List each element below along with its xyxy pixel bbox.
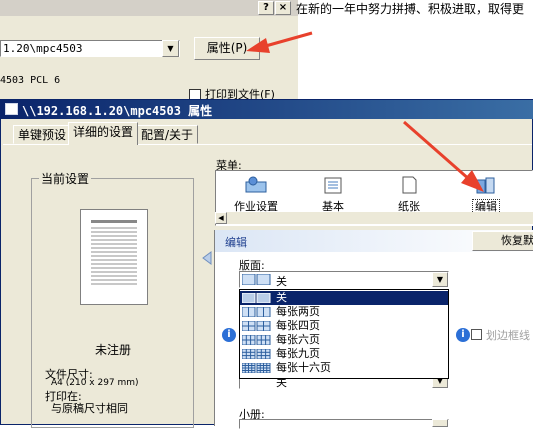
- info-icon[interactable]: i: [222, 328, 236, 342]
- booklet-select[interactable]: [239, 419, 449, 429]
- menu-item-paper[interactable]: 纸张: [374, 175, 444, 214]
- close-button[interactable]: ×: [275, 1, 291, 15]
- registration-status: 未注册: [95, 343, 132, 357]
- layout-option-label: 关: [276, 291, 287, 304]
- preview-line: [91, 267, 137, 269]
- layout-option[interactable]: 关: [240, 291, 448, 305]
- print-dialog-titlebar: [0, 0, 298, 16]
- preview-line: [91, 283, 137, 285]
- preview-line: [91, 271, 137, 273]
- help-button[interactable]: ?: [258, 1, 274, 15]
- tab-config-about[interactable]: 配置/关于: [136, 125, 199, 144]
- menu-scrollbar[interactable]: [215, 212, 533, 224]
- layout-option-label: 每张六页: [276, 333, 320, 346]
- layout-selected-value: 关: [276, 275, 287, 288]
- preview-line: [91, 227, 137, 229]
- page-preview: [80, 209, 148, 305]
- paper-icon: [402, 176, 417, 194]
- layout-option-icon: [242, 363, 271, 373]
- basic-icon: [324, 177, 342, 194]
- properties-dialog: \\192.168.1.20\mpc4503 属性 单键预设 详细的设置 配置/…: [0, 99, 533, 429]
- layout-option[interactable]: 每张九页: [240, 347, 448, 361]
- preview-line: [91, 263, 137, 265]
- preview-line: [91, 243, 137, 245]
- collapse-panel-icon[interactable]: [201, 251, 213, 265]
- chevron-down-icon[interactable]: ▼: [162, 40, 179, 57]
- layout-option-icon: [242, 335, 271, 345]
- restore-defaults-button[interactable]: 恢复默认: [472, 231, 533, 251]
- current-settings-label: 当前设置: [39, 170, 92, 187]
- menu-item-job-settings[interactable]: 作业设置: [221, 175, 291, 214]
- preview-line: [91, 231, 137, 233]
- preview-line: [91, 239, 137, 241]
- properties-button[interactable]: 属性(P): [194, 37, 260, 60]
- layout-option[interactable]: 每张六页: [240, 333, 448, 347]
- layout-select[interactable]: 关: [239, 271, 449, 288]
- preview-line: [91, 247, 137, 249]
- info-icon[interactable]: i: [456, 328, 470, 342]
- layout-dropdown-list: 关 每张两页 每张四页 每张六页 每张九页 每张十六页: [239, 289, 449, 379]
- layout-option-label: 每张四页: [276, 319, 320, 332]
- properties-title: \\192.168.1.20\mpc4503 属性: [22, 104, 213, 118]
- preview-line: [91, 255, 137, 257]
- printer-driver: 4503 PCL 6: [0, 75, 61, 86]
- document-text: 在新的一年中努力拼搏、积极进取，取得更: [296, 2, 525, 16]
- job-settings-icon: [245, 176, 267, 193]
- chevron-down-icon[interactable]: [432, 419, 448, 427]
- edit-icon: [476, 177, 495, 194]
- tab-one-click-presets[interactable]: 单键预设: [13, 125, 72, 144]
- print-on-value: 与原稿尺寸相同: [51, 402, 128, 415]
- scroll-left-icon[interactable]: ◀: [215, 212, 227, 224]
- section-title: 编辑: [225, 236, 247, 249]
- preview-line: [91, 220, 137, 223]
- menu-item-edit[interactable]: 编辑: [451, 175, 521, 214]
- printer-name-value: 1.20\mpc4503: [3, 42, 83, 55]
- layout-option-icon: [242, 349, 271, 359]
- layout-option[interactable]: 每张四页: [240, 319, 448, 333]
- layout-option[interactable]: 每张十六页: [240, 361, 448, 375]
- layout-option-icon: [242, 321, 271, 331]
- menu-item-basic[interactable]: 基本: [298, 175, 368, 214]
- layout-option[interactable]: 每张两页: [240, 305, 448, 319]
- tab-detailed-settings[interactable]: 详细的设置: [68, 122, 139, 145]
- layout-option-label: 每张十六页: [276, 361, 331, 374]
- preview-line: [91, 279, 137, 281]
- layout-option-icon: [242, 293, 271, 303]
- chevron-down-icon[interactable]: ▼: [432, 272, 448, 287]
- preview-line: [91, 275, 137, 277]
- draw-border-label: 划边框线: [486, 329, 530, 342]
- layout-off-icon: [242, 274, 271, 285]
- preview-line: [91, 251, 137, 253]
- layout-option-label: 每张两页: [276, 305, 320, 318]
- preview-line: [91, 259, 137, 261]
- printer-name-select[interactable]: 1.20\mpc4503: [0, 40, 180, 57]
- preview-line: [91, 235, 137, 237]
- draw-border-checkbox[interactable]: [471, 329, 482, 340]
- printer-icon: [5, 103, 18, 115]
- layout-option-icon: [242, 307, 271, 317]
- file-size-value: A4 (210 x 297 mm): [51, 378, 139, 388]
- layout-option-label: 每张九页: [276, 347, 320, 360]
